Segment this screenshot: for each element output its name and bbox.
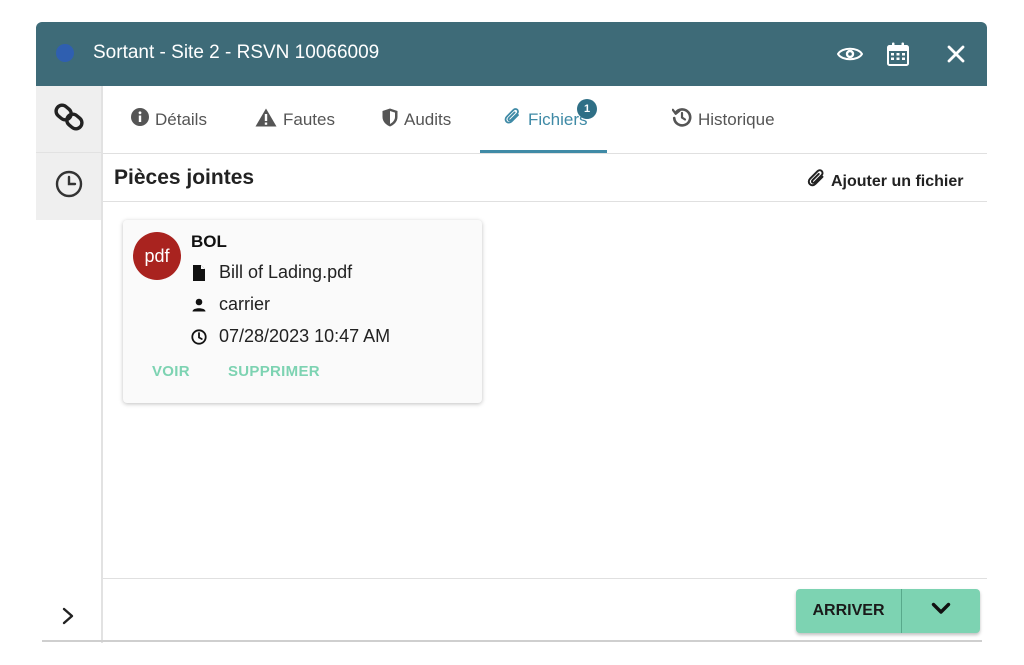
tab-history[interactable]: Historique [671, 86, 775, 153]
eye-icon[interactable] [834, 38, 866, 70]
status-dot [56, 44, 74, 62]
active-tab-indicator [480, 150, 607, 153]
add-file-button[interactable]: Ajouter un fichier [807, 168, 963, 195]
tab-audits[interactable]: Audits [382, 86, 451, 153]
clock-icon [191, 328, 207, 346]
divider [42, 640, 982, 642]
attachments-header: Pièces jointes Ajouter un fichier [103, 154, 987, 202]
dialog-header: Sortant - Site 2 - RSVN 10066009 [36, 22, 987, 86]
tab-label: Audits [404, 109, 452, 129]
tab-files[interactable]: Fichiers [504, 86, 588, 153]
tab-details[interactable]: Détails [131, 86, 207, 153]
close-icon[interactable] [940, 38, 972, 70]
person-icon [191, 296, 207, 314]
paperclip-icon [807, 168, 827, 195]
rail-item-links[interactable] [36, 86, 101, 153]
add-file-label: Ajouter un fichier [831, 172, 964, 190]
rail-item-history[interactable] [36, 153, 101, 220]
section-title: Pièces jointes [114, 166, 255, 189]
files-count-badge: 1 [577, 99, 597, 119]
arrive-button[interactable]: ARRIVER [796, 589, 902, 633]
arrive-options-button[interactable] [902, 589, 980, 633]
attachment-title: BOL [191, 232, 227, 251]
attachment-user-row: carrier [191, 294, 270, 315]
attachment-filename: Bill of Lading.pdf [219, 262, 353, 282]
attachment-timestamp: 07/28/2023 10:47 AM [219, 326, 391, 346]
tab-bar: Détails Fautes Audits Fichiers 1 Histori… [103, 86, 987, 154]
tab-label: Historique [698, 109, 775, 129]
file-icon [191, 264, 207, 282]
calendar-icon[interactable] [882, 38, 914, 70]
shield-icon [382, 108, 398, 132]
chevron-right-icon[interactable] [56, 604, 80, 628]
dialog-content: Détails Fautes Audits Fichiers 1 Histori… [103, 86, 987, 643]
tab-label: Fautes [283, 109, 335, 129]
attachment-card: pdf BOL Bill of Lading.pdf carrier 07/28… [123, 220, 482, 403]
chevron-down-icon [931, 602, 951, 620]
history-icon [671, 107, 692, 132]
arrive-split-button: ARRIVER [796, 589, 980, 633]
tab-label: Détails [155, 109, 207, 129]
dialog-footer: ARRIVER [103, 578, 987, 643]
delete-button[interactable]: SUPPRIMER [228, 363, 320, 380]
attachment-timestamp-row: 07/28/2023 10:47 AM [191, 326, 390, 347]
paperclip-icon [504, 107, 522, 132]
info-icon [131, 108, 149, 131]
tab-faults[interactable]: Fautes [255, 86, 335, 153]
reservation-dialog: Sortant - Site 2 - RSVN 10066009 Détails… [36, 22, 987, 643]
attachment-user: carrier [219, 294, 271, 314]
warning-icon [255, 108, 277, 132]
view-button[interactable]: VOIR [152, 363, 190, 380]
side-rail [36, 86, 103, 643]
link-icon [52, 101, 86, 138]
dialog-title: Sortant - Site 2 - RSVN 10066009 [93, 42, 380, 63]
clock-icon [54, 169, 84, 204]
attachment-filename-row: Bill of Lading.pdf [191, 262, 352, 283]
file-type-avatar: pdf [133, 232, 181, 280]
